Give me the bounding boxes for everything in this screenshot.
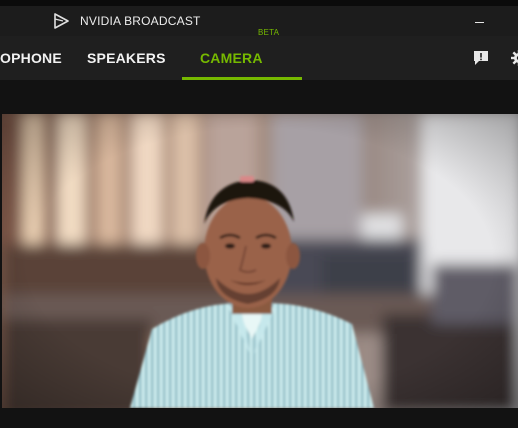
minimize-icon (475, 22, 484, 23)
app-title: NVIDIA BROADCAST (80, 14, 201, 28)
active-tab-indicator (182, 77, 302, 80)
beta-badge: BETA (258, 28, 280, 37)
feedback-icon[interactable] (472, 49, 490, 67)
tab-microphone[interactable]: OPHONE (0, 36, 62, 80)
nvidia-broadcast-logo-icon (54, 13, 69, 29)
tab-camera[interactable]: CAMERA BETA (182, 28, 302, 80)
settings-icon[interactable] (510, 49, 518, 67)
tab-speakers-label: SPEAKERS (87, 50, 166, 66)
tab-bar: OPHONE SPEAKERS CAMERA BETA (0, 28, 518, 80)
minimize-button[interactable] (470, 10, 490, 32)
camera-feed-image (2, 114, 518, 408)
tab-microphone-label: OPHONE (0, 50, 62, 66)
camera-preview (2, 114, 518, 408)
app-window: NVIDIA BROADCAST OPHONE SPEAKERS CAMERA … (0, 0, 518, 428)
tab-camera-label: CAMERA (200, 50, 263, 66)
tab-speakers[interactable]: SPEAKERS (87, 36, 166, 80)
